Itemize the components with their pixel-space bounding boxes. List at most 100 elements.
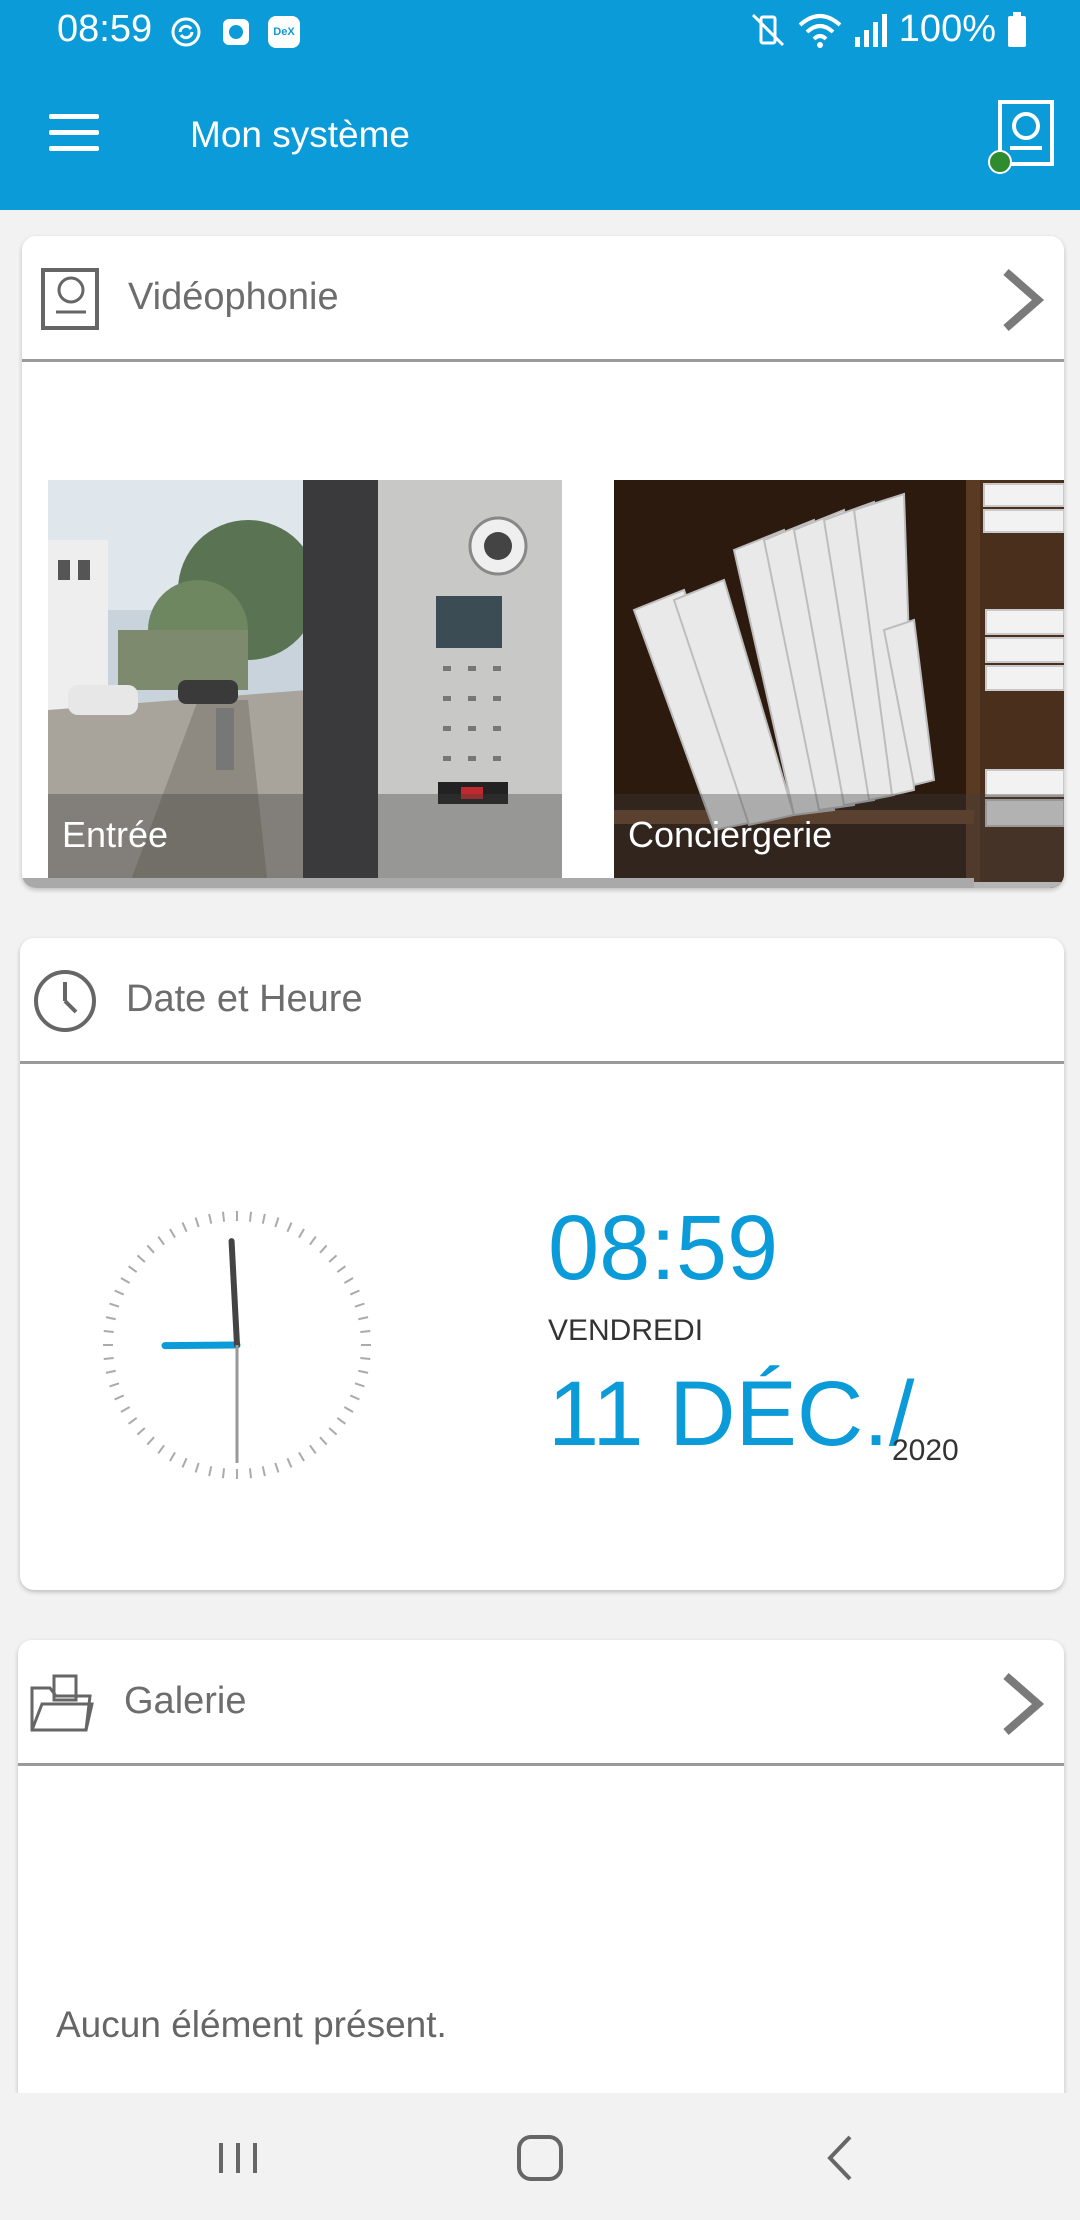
galerie-empty-text: Aucun élément présent. [56, 2004, 447, 2045]
clock-tick [360, 1356, 371, 1361]
battery-percent: 100% [898, 8, 996, 50]
videophonie-title: Vidéophonie [128, 276, 339, 318]
clock-tick [109, 1382, 120, 1388]
clock-icon [34, 970, 96, 1032]
sync-icon [171, 17, 201, 47]
clock-tick [105, 1369, 116, 1374]
minute-hand [228, 1238, 240, 1348]
digital-time: 08:59 [548, 1197, 779, 1299]
clock-tick [221, 1468, 226, 1479]
tile-conciergerie[interactable]: Conciergerie [614, 480, 1064, 888]
clock-tick [120, 1406, 131, 1413]
clock-tick [349, 1289, 360, 1296]
clock-tick [136, 1254, 146, 1263]
battery-icon [1008, 11, 1026, 47]
date-label: 11 DÉC./ [548, 1363, 915, 1465]
intercom-status-icon[interactable] [986, 100, 1056, 174]
hamburger-icon [49, 114, 99, 119]
clock-tick [169, 1228, 176, 1239]
tile-entree[interactable]: Entrée [48, 480, 562, 888]
clock-tick [360, 1329, 371, 1334]
clock-tick [319, 1436, 328, 1446]
clock-tick [336, 1265, 346, 1273]
clock-tick [248, 1468, 253, 1479]
vibrate-mute-icon [751, 13, 784, 46]
clock-tick [354, 1302, 365, 1308]
analog-clock [103, 1211, 371, 1479]
recent-apps-icon[interactable] [203, 2123, 273, 2193]
clock-tick [208, 1466, 213, 1477]
chevron-right-icon[interactable] [998, 268, 1046, 332]
signal-icon [854, 13, 887, 47]
clock-tick [194, 1462, 200, 1473]
clock-tick [354, 1382, 365, 1388]
datetime-header: Date et Heure [20, 938, 1064, 1064]
tile-entree-label: Entrée [62, 814, 169, 855]
weekday-label: VENDREDI [548, 1314, 704, 1347]
hour-hand [161, 1341, 241, 1350]
clock-tick [114, 1394, 125, 1401]
videophonie-header[interactable]: Vidéophonie [22, 236, 1064, 362]
clock-tick [328, 1427, 338, 1436]
home-icon[interactable] [505, 2123, 575, 2193]
menu-button[interactable] [44, 110, 104, 160]
clock-tick [248, 1211, 253, 1222]
clock-tick [114, 1289, 125, 1296]
back-icon[interactable] [806, 2123, 876, 2193]
tile-caption: Entrée [48, 794, 562, 882]
datetime-card: Date et Heure 08:59 VENDREDI 11 DÉC./ 20… [20, 938, 1064, 1590]
clock-tick [136, 1427, 146, 1436]
galerie-title: Galerie [124, 1680, 247, 1722]
clock-tick [103, 1329, 114, 1334]
clock-tick [146, 1244, 155, 1254]
clock-tick [109, 1302, 120, 1308]
status-time: 08:59 [57, 8, 153, 50]
clock-tick [319, 1244, 328, 1254]
clock-tick [336, 1417, 346, 1425]
galerie-header[interactable]: Galerie [18, 1640, 1064, 1766]
clock-tick [146, 1436, 155, 1446]
clock-tick [343, 1406, 354, 1413]
clock-tick [358, 1316, 369, 1321]
clock-tick [169, 1451, 176, 1462]
app-bar: Mon système [0, 64, 1080, 210]
clock-tick [128, 1265, 138, 1273]
dex-icon: DeX [268, 16, 300, 48]
clock-tick [274, 1462, 280, 1473]
clock-tick [208, 1213, 213, 1224]
clock-tick [103, 1356, 114, 1361]
clock-tick [261, 1213, 266, 1224]
intercom-icon [41, 268, 99, 330]
clock-tick [328, 1254, 338, 1263]
clock-tick [261, 1466, 266, 1477]
clock-tick [157, 1236, 165, 1246]
clock-tick [128, 1417, 138, 1425]
year-label: 2020 [892, 1434, 959, 1467]
galerie-card: Galerie Aucun élément présent. [18, 1640, 1064, 2110]
clock-tick [286, 1457, 293, 1468]
clock-tick [105, 1316, 116, 1321]
clock-tick [343, 1277, 354, 1284]
page-title: Mon système [190, 114, 411, 155]
tile-conciergerie-label: Conciergerie [628, 814, 833, 855]
clock-tick [181, 1457, 188, 1468]
clock-tick [309, 1444, 317, 1454]
clock-tick [286, 1222, 293, 1233]
videophonie-card: Vidéophonie Entrée Conciergerie [22, 236, 1064, 888]
chevron-right-icon[interactable] [998, 1672, 1046, 1736]
status-bar: 08:59 DeX 100% [0, 0, 1080, 64]
clock-tick [157, 1444, 165, 1454]
clock-tick [309, 1236, 317, 1246]
clock-tick [120, 1277, 131, 1284]
clock-tick [298, 1228, 305, 1239]
clock-tick [274, 1217, 280, 1228]
datetime-title: Date et Heure [126, 978, 363, 1020]
horizontal-scrollbar[interactable] [22, 878, 974, 888]
clock-tick [181, 1222, 188, 1233]
status-right-cluster: 100% [749, 8, 1028, 51]
clock-tick [349, 1394, 360, 1401]
system-nav-bar [0, 2093, 1080, 2220]
app-icon [223, 19, 249, 45]
clock-tick [298, 1451, 305, 1462]
wifi-icon [798, 13, 842, 48]
